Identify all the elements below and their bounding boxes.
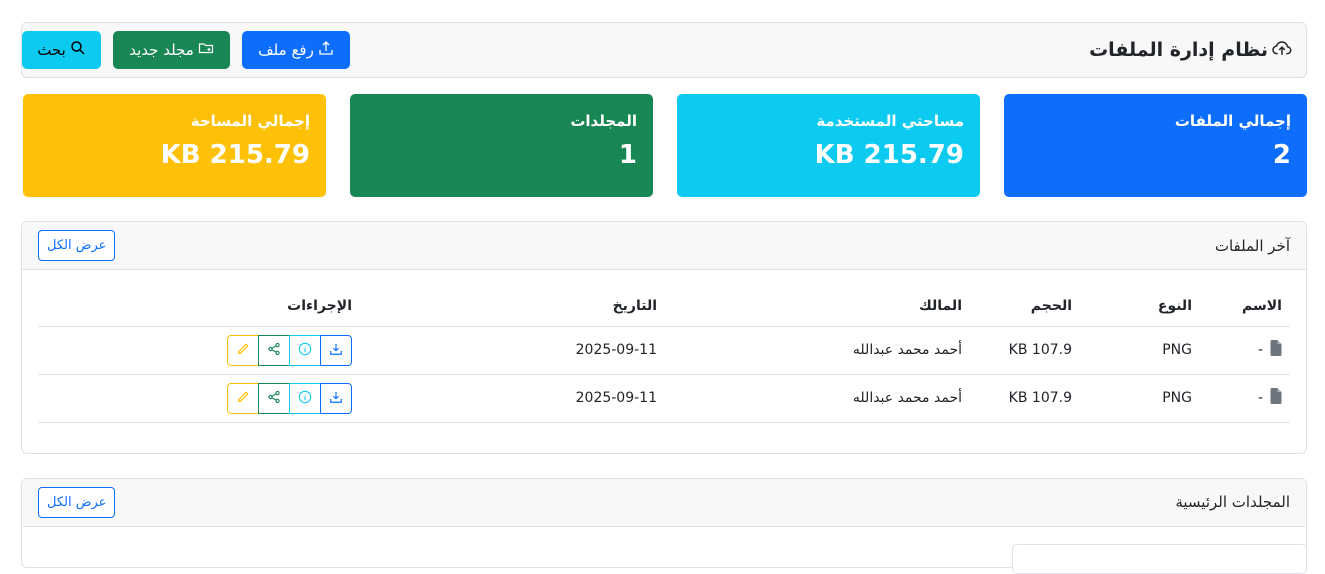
file-date: 2025-09-11 <box>360 326 665 375</box>
recent-files-title: آخر الملفات <box>1214 236 1290 255</box>
stat-value: 2 <box>1272 140 1291 170</box>
stat-total-space: إجمالي المساحة KB 215.79 <box>23 94 326 197</box>
col-name: الاسم <box>1200 286 1290 327</box>
info-button[interactable] <box>289 382 321 414</box>
main-folders-title: المجلدات الرئيسية <box>1175 493 1290 511</box>
app-title: نظام إدارة الملفات <box>1089 38 1292 63</box>
search-button-label: بحث <box>37 41 66 59</box>
file-actions <box>38 326 360 375</box>
file-name[interactable]: - <box>1258 342 1263 358</box>
share-icon <box>267 390 281 407</box>
file-name[interactable]: - <box>1258 390 1263 406</box>
col-date: التاريخ <box>360 286 665 327</box>
col-size: الحجم <box>970 286 1080 327</box>
table-header-row: الاسم النوع الحجم المالك التاريخ الإجراء… <box>38 286 1290 327</box>
file-icon <box>1269 340 1282 360</box>
main-folders-header: المجلدات الرئيسية عرض الكل <box>22 478 1306 527</box>
stat-folders: المجلدات 1 <box>350 94 653 197</box>
stat-label: إجمالي الملفات <box>1174 112 1291 130</box>
file-type: PNG <box>1080 374 1200 423</box>
app-title-text: نظام إدارة الملفات <box>1089 39 1268 61</box>
table-row: - PNG KB 107.9 أحمد محمد عبدالله 2025-09… <box>38 374 1290 423</box>
stat-value: KB 215.79 <box>160 140 310 170</box>
stat-label: المجلدات <box>570 112 637 130</box>
recent-files-card: آخر الملفات عرض الكل الاسم النوع الحجم ا… <box>21 221 1307 454</box>
file-owner: أحمد محمد عبدالله <box>665 326 970 375</box>
edit-button[interactable] <box>227 334 259 366</box>
download-button[interactable] <box>320 382 352 414</box>
file-type: PNG <box>1080 326 1200 375</box>
file-icon <box>1269 388 1282 408</box>
file-actions <box>38 374 360 423</box>
recent-files-header: آخر الملفات عرض الكل <box>22 222 1306 270</box>
info-button[interactable] <box>289 334 321 366</box>
share-icon <box>267 342 281 359</box>
stat-label: مساحتي المستخدمة <box>816 112 964 130</box>
col-actions: الإجراءات <box>38 286 360 327</box>
share-button[interactable] <box>258 334 290 366</box>
stat-total-files: إجمالي الملفات 2 <box>1004 94 1307 197</box>
col-type: النوع <box>1080 286 1200 327</box>
info-icon <box>298 390 312 407</box>
app-header: نظام إدارة الملفات بحث مجلد جديد رفع ملف <box>21 22 1307 78</box>
stat-label: إجمالي المساحة <box>190 112 310 130</box>
recent-files-table: الاسم النوع الحجم المالك التاريخ الإجراء… <box>38 286 1290 423</box>
share-button[interactable] <box>258 382 290 414</box>
file-date: 2025-09-11 <box>360 374 665 423</box>
new-folder-button-label: مجلد جديد <box>129 41 194 59</box>
stat-value: 1 <box>618 140 637 170</box>
download-icon <box>329 342 343 359</box>
file-owner: أحمد محمد عبدالله <box>665 374 970 423</box>
folder-plus-icon <box>198 40 214 60</box>
download-icon <box>329 390 343 407</box>
search-button[interactable]: بحث <box>22 31 101 69</box>
cloud-upload-icon <box>1272 38 1292 63</box>
folder-card[interactable] <box>1012 544 1307 574</box>
view-all-folders-button[interactable]: عرض الكل <box>38 486 116 518</box>
upload-file-button[interactable]: رفع ملف <box>242 31 350 69</box>
view-all-files-button[interactable]: عرض الكل <box>38 230 116 261</box>
new-folder-button[interactable]: مجلد جديد <box>113 31 230 69</box>
file-size: KB 107.9 <box>970 326 1080 375</box>
stats-row: إجمالي الملفات 2 مساحتي المستخدمة KB 215… <box>21 94 1307 197</box>
file-size: KB 107.9 <box>970 374 1080 423</box>
file-name-cell: - <box>1200 326 1290 375</box>
file-name-cell: - <box>1200 374 1290 423</box>
col-owner: المالك <box>665 286 970 327</box>
pencil-icon <box>236 390 250 407</box>
download-button[interactable] <box>320 334 352 366</box>
upload-icon <box>318 40 334 60</box>
stat-used-space: مساحتي المستخدمة KB 215.79 <box>677 94 980 197</box>
upload-file-button-label: رفع ملف <box>258 41 314 59</box>
search-icon <box>70 40 86 60</box>
edit-button[interactable] <box>227 382 259 414</box>
pencil-icon <box>236 342 250 359</box>
stat-value: KB 215.79 <box>814 140 964 170</box>
table-row: - PNG KB 107.9 أحمد محمد عبدالله 2025-09… <box>38 326 1290 375</box>
info-icon <box>298 342 312 359</box>
